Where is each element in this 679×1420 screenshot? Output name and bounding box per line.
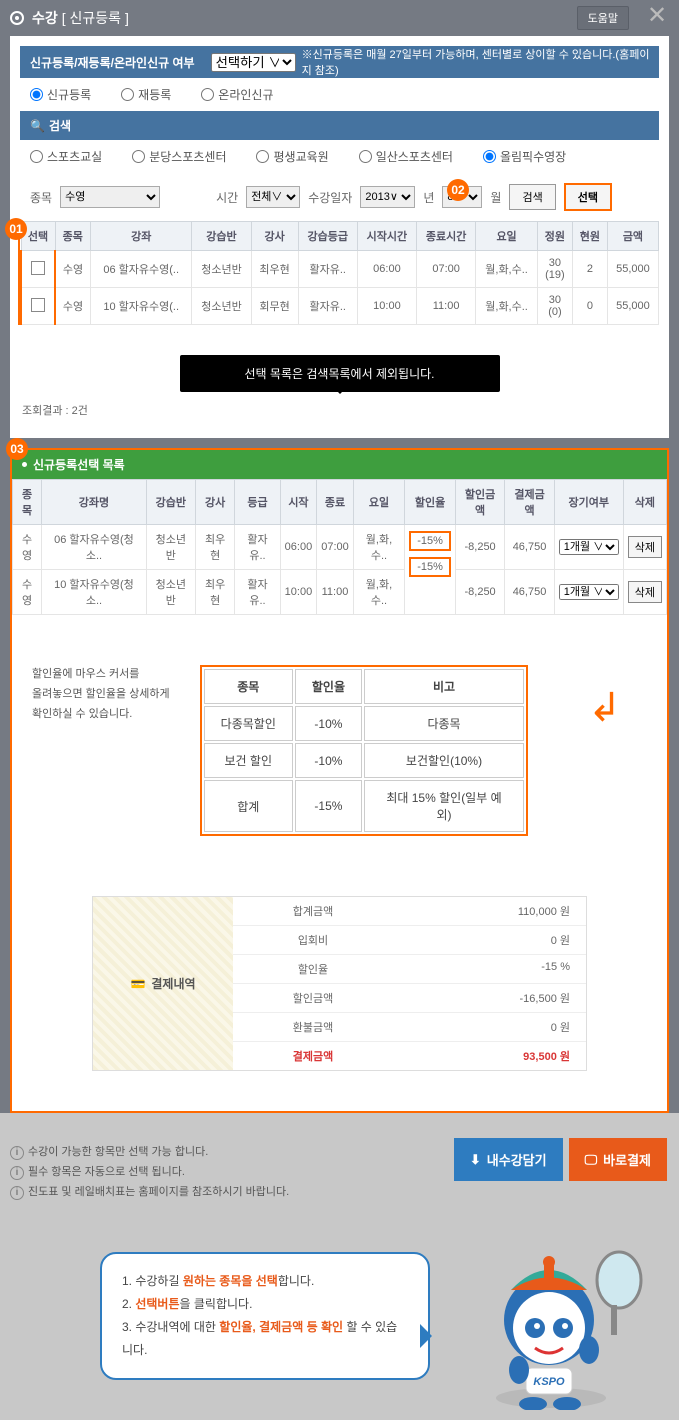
discount-hint: 할인율에 마우스 커서를 올려놓으면 할인율을 상세하게 확인하실 수 있습니다… (32, 665, 170, 724)
time-select[interactable]: 전체∨ (246, 186, 300, 208)
subject-label: 종목 (30, 189, 52, 206)
search-button[interactable]: 검색 (509, 184, 555, 210)
table-row: 수영10 할자유수영(청소..청소년반최우현활자유.. 10:0011:00월,… (13, 570, 667, 615)
close-icon[interactable]: ✕ (645, 4, 669, 28)
delete-button[interactable]: 삭제 (628, 536, 662, 558)
arrow-indicator: ↲ (588, 685, 622, 731)
card-icon: 💳 (130, 977, 145, 991)
result-count: 조회결과 : 2건 (22, 402, 657, 418)
center-radio-1[interactable]: 분당스포츠센터 (132, 148, 226, 165)
center-radio-4[interactable]: 올림픽수영장 (483, 148, 566, 165)
subject-select[interactable]: 수영 (60, 186, 160, 208)
search-filters: 종목 수영 시간 전체∨ 수강일자 2013∨ 년 8 ∨ 월 검색 선택 (20, 173, 659, 221)
row-checkbox[interactable] (31, 261, 45, 275)
pay-now-button[interactable]: 🖵바로결제 (569, 1138, 667, 1181)
step-badge-02: 02 (447, 179, 469, 201)
reg-note: ※신규등록은 매월 27일부터 가능하며, 센터별로 상이할 수 있습니다.(홈… (302, 46, 659, 78)
selected-table: 종목강좌명강습반강사등급시작종료요일할인율할인금액결제금액장기여부삭제 수영06… (12, 479, 667, 615)
year-select[interactable]: 2013∨ (360, 186, 415, 208)
select-button[interactable]: 선택 (564, 183, 612, 211)
svg-text:KSPO: KSPO (533, 1376, 565, 1388)
delete-button[interactable]: 삭제 (628, 581, 662, 603)
reg-select[interactable]: 선택하기 ∨ (211, 53, 296, 72)
center-radio-0[interactable]: 스포츠교실 (30, 148, 102, 165)
download-icon: ⬇ (470, 1152, 481, 1168)
payment-panel: 💳결제내역 합계금액110,000 원입회비0 원할인율-15 %할인금액-16… (92, 896, 587, 1071)
selected-section-header: 신규등록선택 목록 (12, 450, 667, 479)
payment-title: 💳결제내역 (93, 897, 233, 1070)
time-label: 시간 (216, 189, 238, 206)
center-radio-group: 스포츠교실 분당스포츠센터 평생교육원 일산스포츠센터 올림픽수영장 (20, 140, 659, 173)
long-term-select[interactable]: 1개월 ∨ (559, 584, 619, 600)
reg-section-title: 신규등록/재등록/온라인신규 여부 (30, 56, 195, 70)
row-checkbox[interactable] (31, 298, 45, 312)
registration-section: 신규등록/재등록/온라인신규 여부 선택하기 ∨ ※신규등록은 매월 27일부터… (20, 46, 659, 78)
instruction-speech-bubble: 1. 수강하길 원하는 종목을 선택합니다. 2. 선택버튼을 클릭합니다. 3… (100, 1252, 430, 1379)
center-radio-2[interactable]: 평생교육원 (256, 148, 328, 165)
table-row: 수영06 할자유수영(청소..청소년반최우현활자유.. 06:0007:00월,… (13, 525, 667, 570)
exclusion-notice: 선택 목록은 검색목록에서 제외됩니다. (180, 355, 500, 392)
center-radio-3[interactable]: 일산스포츠센터 (359, 148, 453, 165)
mascot-character: KSPO (469, 1210, 649, 1410)
search-result-table: 선택 종목 강좌 강습반 강사 강습등급 시작시간 종료시간 요일 정원 현원 … (20, 221, 659, 325)
reg-radio-group: 신규등록 재등록 온라인신규 (20, 78, 659, 111)
save-cart-button[interactable]: ⬇내수강담기 (454, 1138, 563, 1181)
target-icon (10, 11, 24, 25)
step-badge-03: 03 (6, 438, 28, 460)
table-row: 수영10 할자유수영(..청소년반회무현활자유.. 10:0011:00월,화,… (21, 288, 659, 325)
date-label: 수강일자 (308, 189, 352, 206)
help-button[interactable]: 도움말 (577, 6, 629, 30)
monitor-icon: 🖵 (585, 1152, 598, 1168)
reg-radio-new[interactable]: 신규등록 (30, 86, 91, 103)
window-titlebar: 수강 [ 신규등록 ] 도움말 ✕ (0, 0, 679, 36)
reg-radio-re[interactable]: 재등록 (121, 86, 171, 103)
search-section-header: 🔍 검색 (20, 111, 659, 140)
long-term-select[interactable]: 1개월 ∨ (559, 539, 619, 555)
table-row: 수영06 할자유수영(..청소년반최우현활자유.. 06:0007:00월,화,… (21, 251, 659, 288)
reg-radio-online[interactable]: 온라인신규 (201, 86, 273, 103)
discount-detail-table: 종목할인율비고 다종목할인-10%다종목보건 할인-10%보건할인(10%)합계… (200, 665, 528, 836)
window-title: 수강 (32, 8, 58, 28)
window-subtitle: [ 신규등록 ] (62, 8, 129, 28)
step-badge-01: 01 (5, 218, 27, 240)
